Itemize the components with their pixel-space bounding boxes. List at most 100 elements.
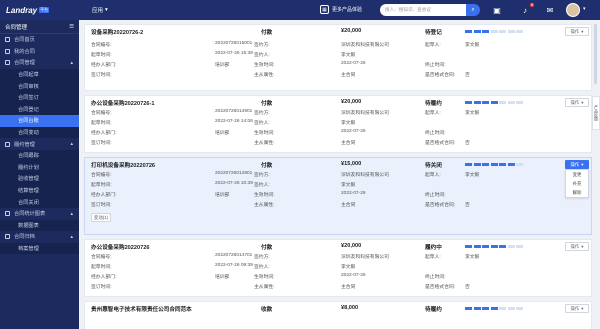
progress-segment <box>507 307 515 310</box>
status-label: 待履约 <box>425 101 442 107</box>
contract-amount: ¥20,000 <box>341 28 362 34</box>
field-label: 主从属性: <box>254 141 275 146</box>
field-label: 签约人: <box>254 265 270 270</box>
sidebar-item-plan[interactable]: 履约计划 <box>0 161 79 174</box>
contract-card[interactable]: 办公设备采购20220726 付款 ¥20,000 履约中 操作 ▾ 合同编号: … <box>84 239 592 297</box>
operation-button[interactable]: 操作 ▾ <box>565 27 589 36</box>
signer-value: 深圳友和科技有限公司 <box>341 43 389 48</box>
contract-card[interactable]: 设备采购20220726-2 付款 ¥20,000 待登记 操作 ▾ 合同编号: … <box>84 24 592 91</box>
contract-title[interactable]: 贵州惠智电子技术有限责任公司合同范本 <box>91 305 192 313</box>
dept-value: 培训部 <box>215 193 230 198</box>
search-input[interactable]: 搜人、搜知识、查会议 <box>380 4 466 16</box>
sidebar-item-change[interactable]: 合同变动 <box>0 126 79 139</box>
field-label: 签订时间: <box>91 141 112 146</box>
signee-value: 李文毅 <box>341 265 356 270</box>
field-label: 经办人部门: <box>91 131 117 136</box>
sidebar-item-tracking[interactable]: 合同跟踪 <box>0 149 79 162</box>
contract-title[interactable]: 办公设备采购20220726 <box>91 243 149 251</box>
operation-button[interactable]: 操作 ▾ <box>565 242 589 251</box>
sidebar-item-label: 合同审核 <box>18 83 39 90</box>
progress-bars <box>465 307 523 310</box>
mail-icon[interactable]: ✉ <box>545 4 555 16</box>
sidebar-item-close[interactable]: 合同关闭 <box>0 196 79 208</box>
folder-icon <box>5 60 10 66</box>
sidebar-item-register[interactable]: 合同登记 <box>0 103 79 116</box>
search-button[interactable]: ⌕ <box>466 4 480 16</box>
sidebar-item-contract-mgmt[interactable]: 合同管理 ▴ <box>0 57 79 69</box>
chevron-up-icon: ▴ <box>70 210 73 217</box>
contract-amount: ¥20,000 <box>341 243 362 249</box>
sidebar-item-ledger[interactable]: 合同台账 <box>0 115 79 127</box>
progress-segment <box>482 30 489 33</box>
chevron-down-icon: ▾ <box>581 243 584 249</box>
progress-segment <box>490 245 498 248</box>
progress-bars <box>465 163 523 166</box>
signer-value: 深圳友和科技有限公司 <box>341 111 389 116</box>
main-value: 主合同 <box>341 73 356 78</box>
field-label: 是否格式合同: <box>425 203 456 208</box>
sidebar-item-label: 档案管理 <box>18 245 39 252</box>
field-label: 主从属性: <box>254 285 275 290</box>
sidebar-item-performance[interactable]: 履约管理 ▴ <box>0 138 79 150</box>
sidebar-item-stats[interactable]: 合同统计图表 ▴ <box>0 208 79 220</box>
sidebar-item-data-charts[interactable]: 数据图表 <box>0 219 79 232</box>
field-label: 终止时间: <box>425 193 446 198</box>
sidebar-item-my-contracts[interactable]: 我的合同 <box>0 46 79 58</box>
sidebar-item-acceptance[interactable]: 验收管理 <box>0 173 79 185</box>
sidebar-header: 合同管理 ☰ <box>0 20 79 34</box>
status-label: 履约中 <box>425 245 442 251</box>
contract-card[interactable]: 贵州惠智电子技术有限责任公司合同范本 收款 ¥8,000 待履约 操作 ▾ <box>84 301 592 329</box>
feedback-panel[interactable]: 产品反馈 <box>592 96 600 130</box>
chevron-down-icon: ▾ <box>581 28 584 34</box>
template-value: 否 <box>465 141 470 146</box>
chevron-down-icon: ▾ <box>581 305 584 311</box>
progress-segment <box>482 101 489 104</box>
scrollbar[interactable] <box>594 24 597 84</box>
menu-item-terminate[interactable]: 解除 <box>566 188 588 197</box>
logo[interactable]: Landray 平台 <box>0 0 78 20</box>
chevron-down-icon: ▾ <box>581 99 584 105</box>
app-menu[interactable]: 应用 ▾ <box>92 6 108 14</box>
chevron-down-icon[interactable]: ▾ <box>583 6 586 12</box>
progress-segment <box>465 101 472 104</box>
search-icon: ⌕ <box>471 6 475 13</box>
app-store-icon[interactable]: ▣ <box>492 4 502 16</box>
change-count-button[interactable]: 变动(1) <box>91 213 111 222</box>
more-products-link[interactable]: ▦ 更多产品体验 <box>320 5 362 14</box>
operation-button[interactable]: 操作 ▾ <box>565 160 589 169</box>
contract-title[interactable]: 设备采购20220726-2 <box>91 28 143 36</box>
sidebar-item-label: 合同台账 <box>18 118 39 125</box>
sidebar-item-draft[interactable]: 合同起草 <box>0 68 79 81</box>
field-label: 合同编号: <box>91 173 112 178</box>
avatar[interactable] <box>566 3 580 17</box>
sidebar-item-review[interactable]: 合同审核 <box>0 80 79 92</box>
menu-item-supplement[interactable]: 补充 <box>566 179 588 188</box>
bell-icon[interactable]: ♪ 9 <box>520 3 534 16</box>
sidebar-item-settlement[interactable]: 结算管理 <box>0 184 79 197</box>
sidebar-item-archive[interactable]: 合同归档 ▴ <box>0 231 79 243</box>
progress-segment <box>465 30 472 33</box>
progress-segment <box>499 163 506 166</box>
sidebar-item-records[interactable]: 档案管理 <box>0 242 79 255</box>
main-value: 主合同 <box>341 203 356 208</box>
operation-button[interactable]: 操作 ▾ <box>565 98 589 107</box>
sidebar-item-home[interactable]: 合同首页 <box>0 34 79 46</box>
field-label: 主从属性: <box>254 73 275 78</box>
draft-date: 2022-07-26 15:38 <box>215 51 253 56</box>
sidebar-item-label: 履约管理 <box>14 141 35 148</box>
collapse-icon[interactable]: ☰ <box>69 24 74 30</box>
sidebar-item-sign[interactable]: 合同签订 <box>0 91 79 104</box>
effective-date: 2022-07-26 <box>341 191 366 196</box>
contract-card[interactable]: 办公设备采购20220726-1 付款 ¥20,000 待履约 操作 ▾ 合同编号… <box>84 95 592 153</box>
field-label: 签订时间: <box>91 203 112 208</box>
menu-item-change[interactable]: 变更 <box>566 170 588 179</box>
progress-segment <box>490 163 498 166</box>
contract-card-selected[interactable]: 打印机设备采购20220726 付款 ¥15,000 待关闭 操作 ▾ 变更 补充… <box>84 157 592 235</box>
template-value: 否 <box>465 203 470 208</box>
field-label: 签约人: <box>254 53 270 58</box>
effective-date: 2022-07-26 <box>341 61 366 66</box>
contract-title[interactable]: 办公设备采购20220726-1 <box>91 99 154 107</box>
operation-button[interactable]: 操作 ▾ <box>565 304 589 313</box>
progress-segment <box>499 307 506 310</box>
contract-title[interactable]: 打印机设备采购20220726 <box>91 161 155 169</box>
